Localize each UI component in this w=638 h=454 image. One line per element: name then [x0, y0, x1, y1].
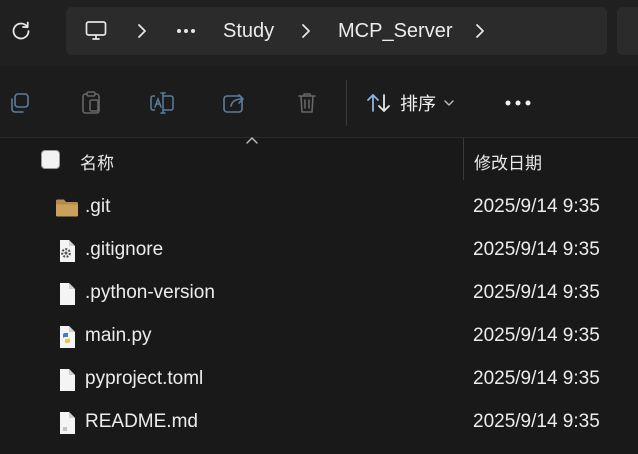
file-name: .python-version	[85, 282, 215, 303]
search-box[interactable]	[617, 7, 638, 55]
file-list: .git 2025/9/14 9:35 .gitignore 2025/9/14…	[0, 186, 638, 444]
trash-icon	[298, 93, 316, 113]
paste-button[interactable]	[76, 88, 106, 118]
python-file-icon	[60, 326, 75, 348]
copy-button[interactable]	[4, 88, 34, 118]
breadcrumb-item-study[interactable]: Study	[223, 7, 274, 55]
breadcrumb-label: MCP_Server	[338, 19, 453, 42]
sort-label: 排序	[400, 94, 436, 114]
file-icon	[60, 369, 75, 391]
file-date-modified: 2025/9/14 9:35	[473, 325, 600, 346]
navigation-bar: Study MCP_Server	[0, 0, 638, 66]
column-header-name[interactable]: 名称	[80, 149, 114, 174]
address-bar[interactable]: Study MCP_Server	[66, 7, 607, 55]
file-date-modified: 2025/9/14 9:35	[473, 239, 600, 260]
file-name: pyproject.toml	[85, 368, 204, 389]
chevron-down-icon	[444, 100, 454, 106]
file-name: .git	[85, 196, 111, 217]
file-icon	[60, 283, 75, 305]
chevron-right-icon	[476, 24, 484, 38]
file-row-readme-md[interactable]: README.md 2025/9/14 9:35	[0, 401, 638, 444]
rename-button[interactable]	[148, 88, 178, 118]
file-date-modified: 2025/9/14 9:35	[473, 411, 600, 432]
breadcrumb-chevron[interactable]	[300, 7, 312, 55]
file-row-pyproject-toml[interactable]: pyproject.toml 2025/9/14 9:35	[0, 358, 638, 401]
chevron-right-icon	[138, 24, 146, 38]
monitor-icon	[85, 21, 107, 40]
column-header-date-modified[interactable]: 修改日期	[474, 149, 542, 174]
share-icon	[223, 94, 244, 113]
column-header: 名称 修改日期	[0, 137, 638, 180]
breadcrumb-chevron[interactable]	[136, 7, 148, 55]
rename-icon	[150, 92, 174, 114]
file-name: .gitignore	[85, 239, 164, 260]
chevron-right-icon	[302, 24, 310, 38]
file-date-modified: 2025/9/14 9:35	[473, 368, 600, 389]
ellipsis-icon	[505, 100, 531, 106]
sort-button[interactable]: 排序	[366, 86, 454, 120]
copy-icon	[11, 93, 29, 113]
file-row-main-py[interactable]: main.py 2025/9/14 9:35	[0, 315, 638, 358]
refresh-icon	[12, 21, 30, 40]
sort-ascending-icon	[246, 137, 258, 144]
breadcrumb-label: Study	[223, 19, 275, 42]
select-all-checkbox[interactable]	[41, 150, 60, 169]
share-button[interactable]	[220, 88, 250, 118]
breadcrumb-chevron[interactable]	[474, 7, 486, 55]
folder-icon	[56, 199, 78, 217]
file-row-git[interactable]: .git 2025/9/14 9:35	[0, 186, 638, 229]
text-file-icon	[60, 412, 75, 434]
more-options-button[interactable]	[500, 88, 536, 118]
this-pc-button[interactable]	[84, 7, 108, 55]
toolbar-divider	[346, 80, 347, 126]
breadcrumb-item-mcp-server[interactable]: MCP_Server	[338, 7, 452, 55]
file-name: main.py	[85, 325, 152, 346]
delete-button[interactable]	[292, 88, 322, 118]
file-row-gitignore[interactable]: .gitignore 2025/9/14 9:35	[0, 229, 638, 272]
file-date-modified: 2025/9/14 9:35	[473, 196, 600, 217]
file-date-modified: 2025/9/14 9:35	[473, 282, 600, 303]
sort-icon	[367, 94, 390, 112]
paste-icon	[82, 91, 100, 114]
ellipsis-icon	[177, 29, 195, 33]
settings-file-icon	[60, 240, 75, 262]
breadcrumb-overflow-button[interactable]	[176, 7, 196, 55]
file-name: README.md	[85, 411, 198, 432]
file-row-python-version[interactable]: .python-version 2025/9/14 9:35	[0, 272, 638, 315]
command-bar: 排序	[0, 66, 638, 138]
refresh-button[interactable]	[4, 14, 38, 48]
column-divider[interactable]	[463, 138, 464, 180]
